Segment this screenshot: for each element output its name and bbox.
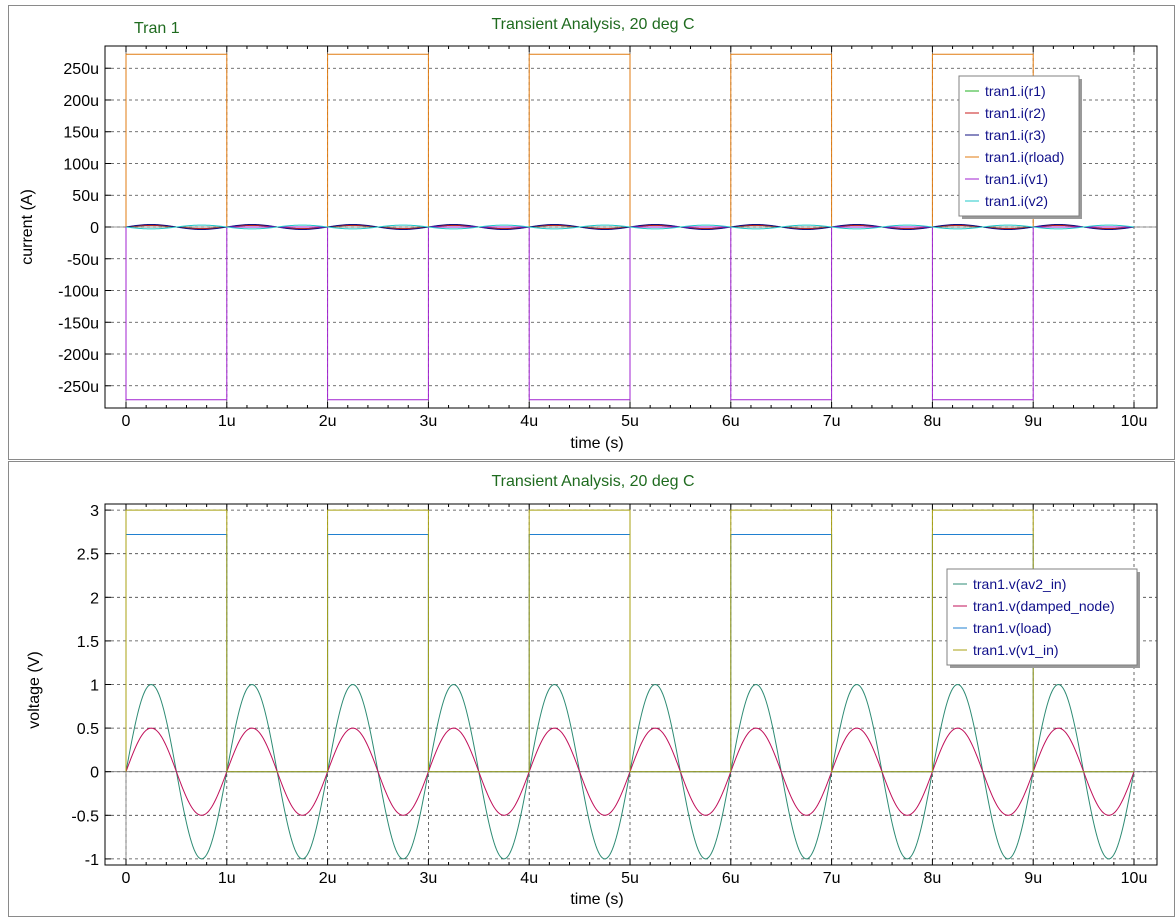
x-tick-label: 5u bbox=[621, 413, 639, 430]
x-tick-label: 10u bbox=[1121, 413, 1148, 430]
legend-entry: tran1.v(av2_in) bbox=[973, 576, 1066, 592]
y-tick-label: 2.5 bbox=[77, 547, 99, 564]
y-tick-label: 3 bbox=[90, 503, 99, 520]
voltage-chart: 0 1u 2u 3u 4u 5u 6u 7u 8u 9u 10u 3 2.5 2 1.5 1 0.5 0 -0.5 -… bbox=[26, 473, 1158, 908]
legend-entry: tran1.v(damped_node) bbox=[973, 598, 1115, 614]
x-tick-label: 2u bbox=[319, 413, 337, 430]
y-tick-label: 250u bbox=[63, 61, 99, 78]
x-tick-label: 4u bbox=[520, 870, 538, 887]
x-tick-label: 0 bbox=[122, 413, 131, 430]
x-tick-label: 10u bbox=[1121, 870, 1148, 887]
y-tick-label: 0 bbox=[90, 765, 99, 782]
x-tick-label: 5u bbox=[621, 870, 639, 887]
y-tick-label: 1.5 bbox=[77, 634, 99, 651]
y-tick-label: -100u bbox=[58, 284, 99, 301]
panel-tag: Tran 1 bbox=[134, 20, 180, 37]
legend-entry: tran1.i(v2) bbox=[985, 193, 1048, 209]
y-tick-label: -1 bbox=[85, 852, 99, 869]
legend-entry: tran1.i(v1) bbox=[985, 171, 1048, 187]
legend-entry: tran1.i(r3) bbox=[985, 127, 1046, 143]
series-line-tran1-i-v1-[interactable] bbox=[125, 226, 1134, 401]
legend-entry: tran1.i(r2) bbox=[985, 105, 1046, 121]
y-tick-label: -150u bbox=[58, 315, 99, 332]
x-tick-label: 0 bbox=[122, 870, 131, 887]
x-axis-label: time (s) bbox=[570, 891, 623, 908]
y-axis-label: voltage (V) bbox=[26, 651, 43, 728]
x-tick-label: 9u bbox=[1024, 413, 1042, 430]
legend[interactable]: tran1.v(av2_in) tran1.v(damped_node) tran1… bbox=[946, 568, 1140, 668]
y-tick-label: 2 bbox=[90, 590, 99, 607]
legend[interactable]: tran1.i(r1) tran1.i(r2) tran1.i(r3) tran1.i… bbox=[958, 75, 1082, 219]
legend-entry: tran1.v(load) bbox=[973, 620, 1052, 636]
x-tick-label: 2u bbox=[319, 870, 337, 887]
x-axis-label: time (s) bbox=[570, 435, 623, 452]
x-tick-label: 3u bbox=[420, 870, 438, 887]
x-tick-label: 7u bbox=[823, 870, 841, 887]
y-tick-label: -200u bbox=[58, 347, 99, 364]
gridlines bbox=[105, 504, 1157, 865]
y-tick-label: 150u bbox=[63, 125, 99, 142]
y-axis-label: current (A) bbox=[19, 189, 36, 265]
legend-entry: tran1.v(v1_in) bbox=[973, 642, 1059, 658]
chart-title: Transient Analysis, 20 deg C bbox=[491, 16, 694, 33]
voltage-chart-panel: 0 1u 2u 3u 4u 5u 6u 7u 8u 9u 10u 3 2.5 2 1.5 1 0.5 0 -0.5 -… bbox=[8, 461, 1175, 917]
x-tick-label: 8u bbox=[924, 870, 942, 887]
legend-entry: tran1.i(rload) bbox=[985, 149, 1064, 165]
y-tick-label: 0.5 bbox=[77, 721, 99, 738]
y-tick-label: 100u bbox=[63, 156, 99, 173]
y-tick-label: 50u bbox=[72, 188, 99, 205]
x-tick-label: 6u bbox=[722, 413, 740, 430]
x-tick-label: 7u bbox=[823, 413, 841, 430]
current-chart: 0 1u 2u 3u 4u 5u 6u 7u 8u 9u 10u 250u 200u 150u 100u 50… bbox=[19, 16, 1158, 452]
legend-entry: tran1.i(r1) bbox=[985, 83, 1046, 99]
x-tick-label: 1u bbox=[218, 413, 236, 430]
x-tick-label: 8u bbox=[924, 413, 942, 430]
x-tick-label: 6u bbox=[722, 870, 740, 887]
y-tick-label: -0.5 bbox=[71, 808, 99, 825]
y-tick-label: 0 bbox=[90, 220, 99, 237]
x-tick-label: 9u bbox=[1024, 870, 1042, 887]
x-tick-label: 4u bbox=[520, 413, 538, 430]
chart-title: Transient Analysis, 20 deg C bbox=[491, 473, 694, 490]
x-tick-labels: 0 1u 2u 3u 4u 5u 6u 7u 8u 9u 10u bbox=[122, 870, 1148, 887]
x-tick-label: 1u bbox=[218, 870, 236, 887]
current-chart-panel: 0 1u 2u 3u 4u 5u 6u 7u 8u 9u 10u 250u 200u 150u 100u 50… bbox=[8, 5, 1175, 460]
y-tick-label: -250u bbox=[58, 379, 99, 396]
y-tick-labels: 250u 200u 150u 100u 50u 0 -50u -100u -150u -200u -… bbox=[58, 61, 111, 396]
x-tick-labels: 0 1u 2u 3u 4u 5u 6u 7u 8u 9u 10u bbox=[122, 413, 1148, 430]
y-tick-label: -50u bbox=[67, 252, 99, 269]
y-tick-label: 1 bbox=[90, 678, 99, 695]
y-tick-label: 200u bbox=[63, 93, 99, 110]
x-tick-label: 3u bbox=[420, 413, 438, 430]
